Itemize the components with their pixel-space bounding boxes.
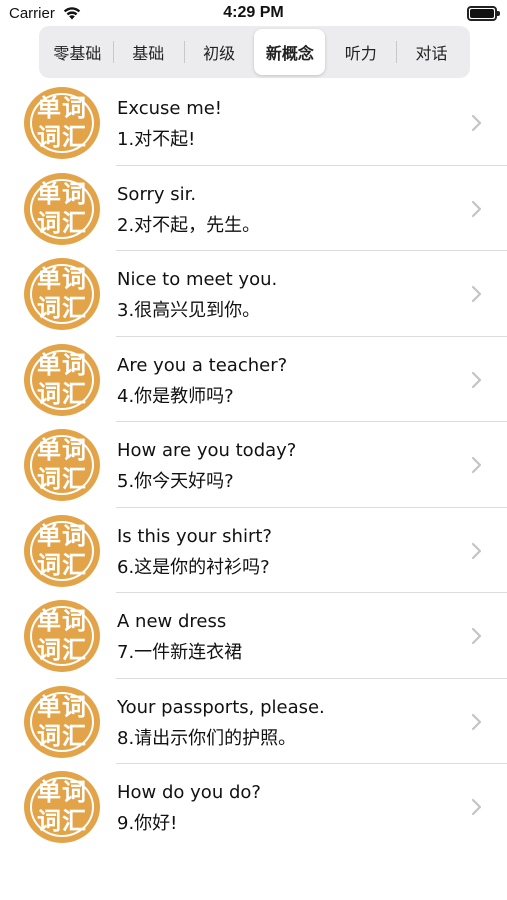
vocabulary-badge-icon: 单词 词汇 (24, 600, 100, 672)
lesson-list[interactable]: 单词 词汇 Excuse me! 1.对不起! 单词 词汇 Sorry sir. 2.对不起，… (0, 80, 507, 850)
chevron-right-icon (471, 542, 482, 559)
badge-line-2: 词汇 (37, 208, 87, 237)
lesson-chinese-title: 6.这是你的衬衫吗? (117, 556, 270, 578)
badge-line-1: 单词 (37, 778, 87, 806)
lesson-english-title: How are you today? (117, 440, 297, 461)
badge-line-2: 词汇 (37, 465, 87, 493)
vocabulary-badge-icon: 单词 词汇 (24, 343, 100, 416)
clock: 4:29 PM (223, 4, 284, 21)
vocabulary-badge-icon: 单词 词汇 (24, 87, 100, 159)
status-bar: Carrier 4:29 PM (0, 0, 507, 28)
lesson-chinese-title: 5.你今天好吗? (117, 471, 234, 492)
chevron-right-icon (471, 456, 482, 474)
chevron-right-icon (471, 200, 482, 217)
chevron-right-icon (471, 371, 482, 388)
badge-line-2: 词汇 (37, 379, 87, 408)
badge-text: 单词 词汇 (24, 436, 100, 494)
badge-line-1: 单词 (37, 692, 87, 721)
vocabulary-badge-icon: 单词 词汇 (24, 514, 100, 587)
lesson-row[interactable]: 单词 词汇 Your passports, please. 8.请出示你们的护照。 (0, 679, 507, 765)
vocabulary-badge-icon: 单词 词汇 (24, 429, 100, 501)
badge-line-2: 词汇 (37, 550, 87, 579)
badge-line-1: 单词 (37, 521, 87, 550)
vocabulary-badge-icon: 单词 词汇 (24, 771, 100, 843)
badge-line-1: 单词 (37, 607, 87, 635)
lesson-row[interactable]: 单词 词汇 Is this your shirt? 6.这是你的衬衫吗? (0, 508, 507, 594)
lesson-english-title: How do you do? (117, 782, 261, 803)
tab-5[interactable]: 对话 (396, 29, 467, 75)
badge-text: 单词 词汇 (24, 351, 100, 409)
vocabulary-badge-icon: 单词 词汇 (24, 258, 100, 330)
badge-line-2: 词汇 (37, 807, 87, 835)
lesson-english-title: Is this your shirt? (117, 525, 272, 547)
badge-line-1: 单词 (37, 436, 87, 464)
badge-line-2: 词汇 (37, 123, 87, 151)
lesson-row[interactable]: 单词 词汇 How do you do? 9.你好! (0, 764, 507, 850)
vocabulary-badge-icon: 单词 词汇 (24, 172, 100, 245)
badge-text: 单词 词汇 (24, 265, 100, 323)
lesson-row[interactable]: 单词 词汇 Are you a teacher? 4.你是教师吗? (0, 337, 507, 423)
lesson-row[interactable]: 单词 词汇 Sorry sir. 2.对不起，先生。 (0, 166, 507, 252)
badge-line-1: 单词 (37, 179, 87, 208)
badge-line-1: 单词 (37, 265, 87, 293)
vocabulary-badge-icon: 单词 词汇 (24, 685, 100, 758)
lesson-english-title: Nice to meet you. (117, 269, 278, 290)
lesson-chinese-title: 3.很高兴见到你。 (117, 300, 261, 321)
tab-2[interactable]: 初级 (183, 29, 255, 75)
lesson-english-title: Excuse me! (117, 98, 223, 119)
tab-0[interactable]: 零基础 (42, 29, 113, 75)
tab-3[interactable]: 新概念 (254, 29, 326, 75)
lesson-row[interactable]: 单词 词汇 Excuse me! 1.对不起! (0, 80, 507, 166)
badge-text: 单词 词汇 (24, 607, 100, 665)
chevron-right-icon (471, 627, 482, 645)
lesson-row[interactable]: 单词 词汇 How are you today? 5.你今天好吗? (0, 422, 507, 508)
chevron-right-icon (471, 285, 482, 303)
badge-line-2: 词汇 (37, 721, 87, 750)
tab-1[interactable]: 基础 (112, 29, 184, 75)
lesson-english-title: Sorry sir. (117, 183, 197, 205)
badge-text: 单词 词汇 (24, 522, 100, 580)
lesson-english-title: A new dress (117, 611, 227, 632)
lesson-english-title: Your passports, please. (117, 696, 325, 718)
badge-text: 单词 词汇 (24, 180, 100, 238)
badge-line-2: 词汇 (37, 294, 87, 322)
badge-text: 单词 词汇 (24, 693, 100, 751)
lesson-chinese-title: 9.你好! (117, 813, 178, 834)
lesson-chinese-title: 4.你是教师吗? (117, 385, 234, 407)
lesson-chinese-title: 8.请出示你们的护照。 (117, 727, 297, 749)
lesson-row[interactable]: 单词 词汇 Nice to meet you. 3.很高兴见到你。 (0, 251, 507, 337)
badge-line-2: 词汇 (37, 636, 87, 664)
lesson-english-title: Are you a teacher? (117, 354, 288, 376)
lesson-row[interactable]: 单词 词汇 A new dress 7.一件新连衣裙 (0, 593, 507, 679)
battery-icon (467, 6, 500, 21)
lesson-chinese-title: 7.一件新连衣裙 (117, 642, 243, 663)
category-segmented-control: 零基础 基础 初级 新概念 听力 对话 (39, 26, 470, 78)
lesson-chinese-title: 2.对不起，先生。 (117, 214, 261, 236)
chevron-right-icon (471, 798, 482, 816)
badge-text: 单词 词汇 (24, 778, 100, 836)
tab-4[interactable]: 听力 (325, 29, 396, 75)
badge-line-1: 单词 (37, 350, 87, 379)
badge-text: 单词 词汇 (24, 94, 100, 152)
chevron-right-icon (471, 713, 482, 730)
chevron-right-icon (471, 114, 482, 132)
badge-line-1: 单词 (37, 94, 87, 122)
lesson-chinese-title: 1.对不起! (117, 129, 196, 150)
